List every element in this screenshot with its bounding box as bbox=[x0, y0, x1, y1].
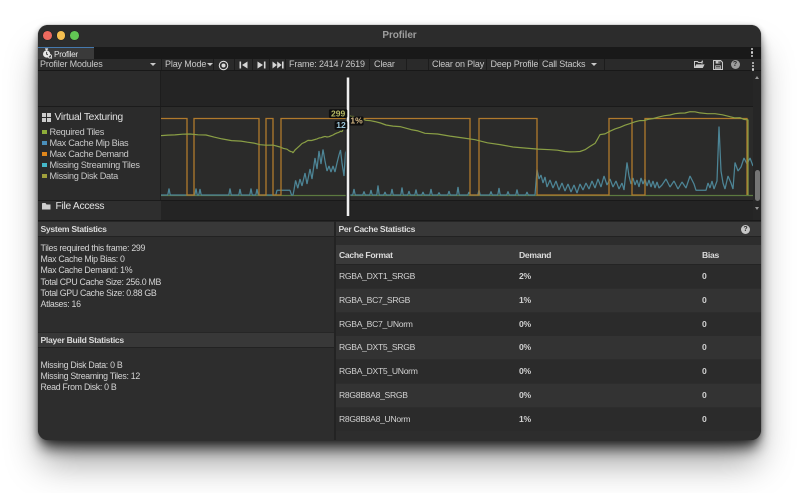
svg-text:12: 12 bbox=[336, 120, 346, 130]
svg-text:299: 299 bbox=[331, 108, 345, 118]
svg-text:1%: 1% bbox=[350, 116, 363, 126]
